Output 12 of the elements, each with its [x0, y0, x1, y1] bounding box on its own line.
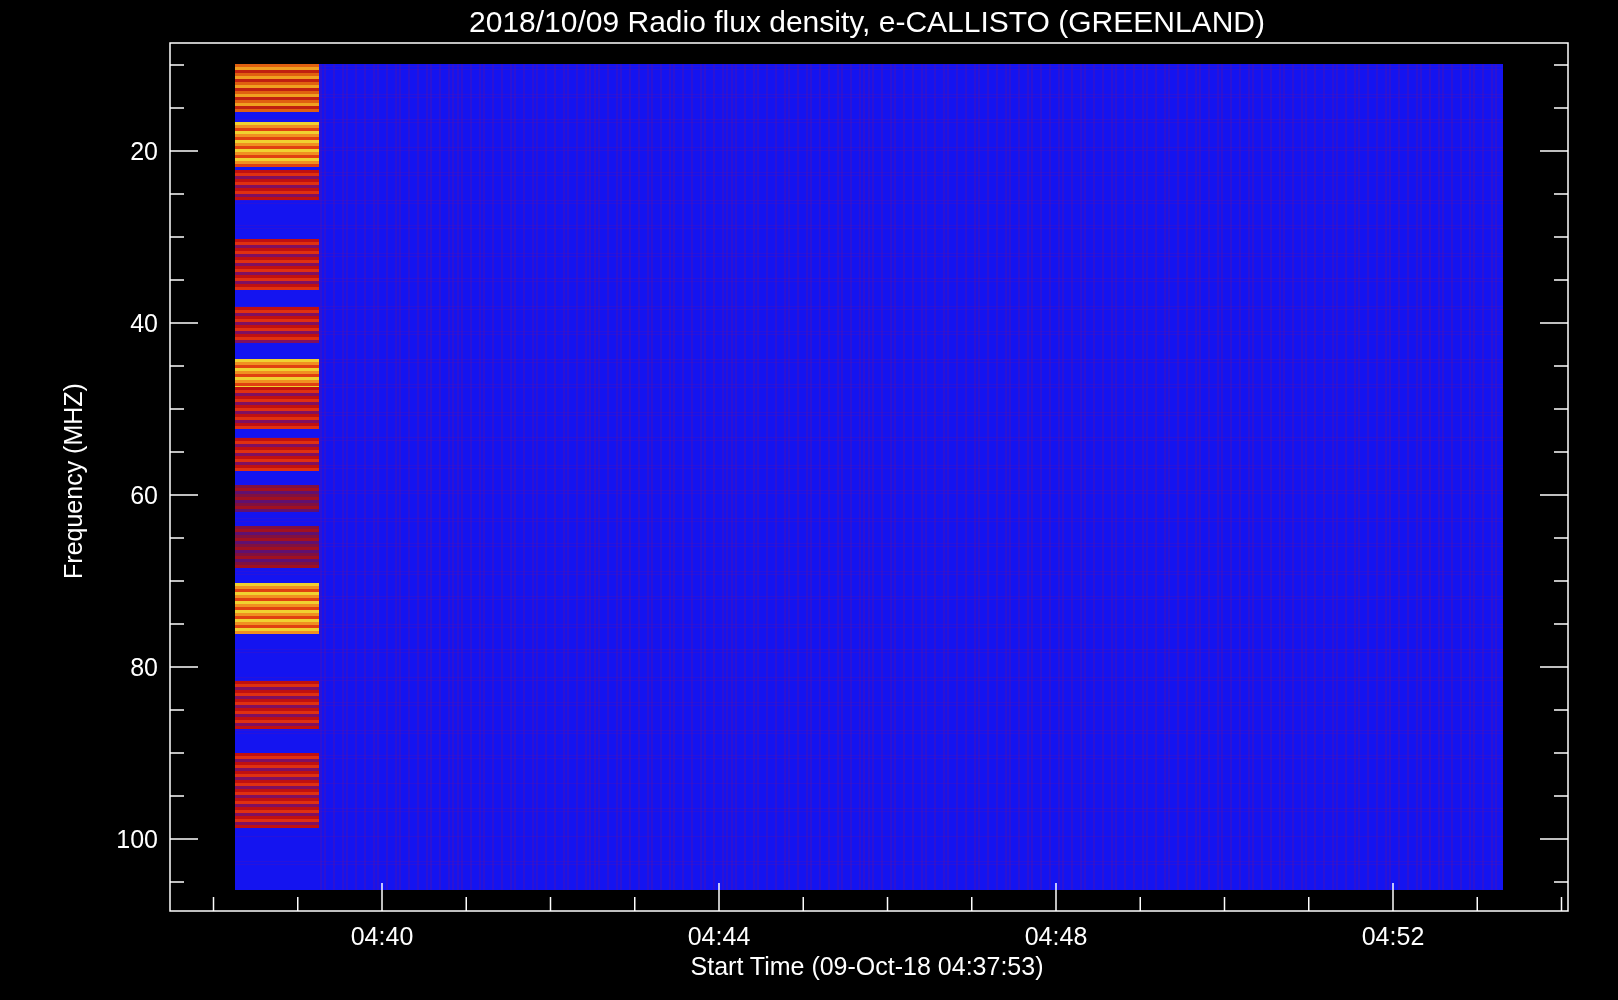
axis-title: Frequency (MHZ) [59, 383, 87, 579]
y-tick-label: 40 [130, 309, 158, 337]
axis-title: Start Time (09-Oct-18 04:37:53) [690, 952, 1044, 980]
x-tick-label: 04:52 [1361, 922, 1425, 950]
x-tick-label: 04:40 [350, 922, 414, 950]
chart-title: 2018/10/09 Radio flux density, e-CALLISTO (GREENLAND) [469, 5, 1265, 38]
y-tick-label: 20 [130, 137, 158, 165]
y-tick-label: 60 [130, 481, 158, 509]
x-tick-label: 04:44 [687, 922, 751, 950]
y-tick-label: 80 [130, 653, 158, 681]
x-tick-label: 04:48 [1024, 922, 1088, 950]
y-tick-label: 100 [116, 825, 158, 853]
